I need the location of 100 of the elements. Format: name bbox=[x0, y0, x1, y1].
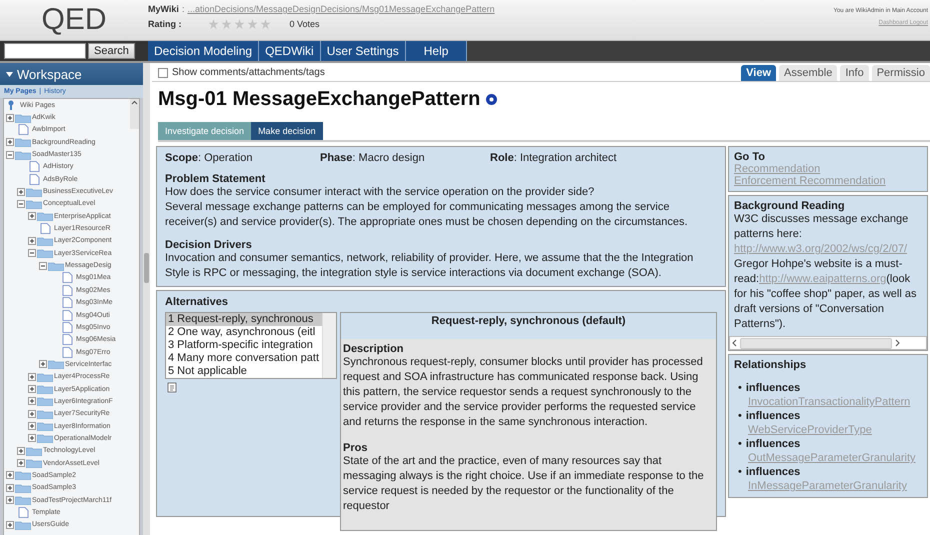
collapse-toggle[interactable] bbox=[17, 200, 25, 208]
relationship-type: influences bbox=[746, 409, 800, 423]
tree-root-icon bbox=[6, 100, 16, 110]
folder-icon bbox=[26, 446, 42, 456]
folder-icon bbox=[15, 520, 31, 530]
expand-toggle[interactable] bbox=[6, 471, 14, 480]
expand-toggle[interactable] bbox=[39, 360, 47, 368]
folder-icon bbox=[37, 372, 53, 382]
folder-icon bbox=[26, 458, 42, 468]
expand-toggle[interactable] bbox=[28, 236, 36, 245]
votes-count: 0 Votes bbox=[290, 19, 320, 29]
folder-icon bbox=[15, 482, 31, 493]
view-tab[interactable]: Info bbox=[840, 65, 869, 81]
relationship-type: influences bbox=[746, 437, 800, 451]
breadcrumb-root[interactable]: MyWiki bbox=[148, 4, 179, 14]
page-title: Msg-01 MessageExchangePattern bbox=[158, 88, 480, 111]
folder-icon bbox=[37, 236, 53, 246]
rating-stars[interactable] bbox=[208, 19, 270, 29]
folder-icon bbox=[37, 396, 53, 406]
rating-label: Rating : bbox=[148, 19, 182, 29]
meta-field: Role: Integration architect bbox=[490, 152, 617, 164]
expand-toggle[interactable] bbox=[28, 212, 36, 220]
show-comments-checkbox[interactable] bbox=[158, 68, 168, 78]
breadcrumb-separator: : bbox=[182, 4, 184, 14]
expand-toggle[interactable] bbox=[17, 459, 25, 468]
folder-icon bbox=[26, 186, 42, 197]
expand-toggle[interactable] bbox=[6, 114, 14, 122]
document-icon[interactable] bbox=[167, 382, 177, 393]
folder-icon bbox=[37, 408, 53, 419]
section-heading: Problem Statement bbox=[165, 173, 266, 185]
collapse-triangle-icon[interactable] bbox=[6, 72, 13, 76]
folder-icon bbox=[37, 433, 53, 444]
show-comments-label[interactable]: Show comments/attachments/tags bbox=[172, 67, 325, 78]
folder-icon bbox=[37, 248, 53, 258]
search-field[interactable] bbox=[4, 43, 86, 59]
help-icon[interactable] bbox=[486, 94, 498, 105]
expand-toggle[interactable] bbox=[28, 410, 36, 418]
expand-toggle[interactable] bbox=[17, 446, 25, 455]
expand-toggle[interactable] bbox=[6, 138, 14, 146]
expand-toggle[interactable] bbox=[28, 385, 36, 394]
nav-menu-item[interactable]: Decision Modeling bbox=[148, 41, 260, 61]
relationship-type: influences bbox=[746, 381, 800, 395]
folder-icon bbox=[48, 359, 64, 370]
background-text: Gregor Hohpe's website is a must-read:http://www.eaipatterns.org(look for his "coffee shop" paper, as well as draft versions of "Conversation Patterns"). bbox=[734, 257, 918, 332]
folder-icon bbox=[37, 211, 53, 222]
horizontal-scrollbar[interactable] bbox=[729, 336, 927, 350]
section-text: Invocation and consumer semantics, network, reliability of provider. Here, we assume that the the Integration Style is RPC or messaging, the integration style is service interactions via document exchange (SOA). bbox=[165, 251, 694, 281]
folder-icon bbox=[48, 260, 64, 271]
section-text: Several message exchange patterns can be employed for communicating messages among the service receiver(s) and service provider(s). The appropriate ones must be chosen depending on the circumstances. bbox=[165, 200, 689, 230]
alternative-option[interactable]: 4 Many more conversation patt bbox=[166, 352, 322, 365]
folder-icon bbox=[26, 198, 42, 209]
folder-icon bbox=[15, 495, 31, 506]
list-scrollbar[interactable] bbox=[322, 313, 336, 378]
bullet: • bbox=[738, 409, 742, 423]
alternative-option[interactable]: 2 One way, asynchronous (eitl bbox=[166, 326, 322, 339]
expand-toggle[interactable] bbox=[28, 434, 36, 442]
collapse-toggle[interactable] bbox=[39, 262, 47, 270]
panel-heading: Relationships bbox=[734, 359, 808, 371]
alternatives-listbox[interactable]: 1 Request-reply, synchronous 2 One way, asynchronous (eitl 3 Platform-specific integration 4 Many more conversation patt 5 Not applicable bbox=[165, 312, 337, 379]
expand-toggle[interactable] bbox=[17, 188, 25, 196]
qed-logo[interactable]: QED bbox=[0, 0, 148, 40]
expand-toggle[interactable] bbox=[6, 484, 14, 492]
section-text: State of the art and the practice, even of many resources say that messaging always is the right choice. Use if an immediate response to the service request is needed by the requestor or the functionality of the requestor bbox=[343, 454, 705, 514]
expand-toggle[interactable] bbox=[6, 520, 14, 529]
section-heading: Pros bbox=[343, 442, 368, 454]
folder-icon bbox=[15, 150, 31, 160]
alternative-option[interactable]: 5 Not applicable bbox=[166, 365, 322, 378]
folder-icon bbox=[37, 421, 53, 432]
folder-icon bbox=[15, 137, 31, 148]
alternative-option[interactable]: 1 Request-reply, synchronous bbox=[166, 313, 322, 326]
alternative-title: Request-reply, synchronous (default) bbox=[430, 314, 627, 329]
meta-field: Phase: Macro design bbox=[320, 152, 490, 164]
section-heading: Decision Drivers bbox=[165, 239, 253, 251]
bullet: • bbox=[738, 437, 742, 451]
expand-toggle[interactable] bbox=[28, 372, 36, 381]
collapse-toggle[interactable] bbox=[6, 150, 14, 159]
alternative-option[interactable]: 3 Platform-specific integration bbox=[166, 339, 322, 352]
view-tab[interactable]: View bbox=[741, 65, 776, 81]
expand-toggle[interactable] bbox=[28, 397, 36, 406]
collapse-toggle[interactable] bbox=[28, 249, 36, 258]
bullet: • bbox=[738, 465, 742, 479]
view-tab[interactable]: Permissio bbox=[872, 65, 930, 81]
search-button[interactable]: Search bbox=[88, 43, 135, 59]
view-tab[interactable]: Assemble bbox=[779, 65, 838, 81]
expand-toggle[interactable] bbox=[6, 496, 14, 504]
expand-toggle[interactable] bbox=[28, 422, 36, 430]
nav-menu-item[interactable]: QEDWiki bbox=[259, 41, 321, 61]
decision-tab[interactable]: Make decision bbox=[251, 122, 323, 140]
section-text: Synchronous request-reply, consumer blocks until provider has processed request and SOA infrastructure has communicated response back. Using this pattern, the service requestor sends a request synchronously to the service provider and the service provider performs the requested service and returns the response in the same synchronous interaction. bbox=[343, 355, 704, 430]
bullet: • bbox=[738, 381, 742, 395]
folder-icon bbox=[37, 384, 53, 394]
section-text: How does the service consumer interact with the service operation on the provider side? bbox=[165, 185, 596, 200]
background-text: W3C discusses message exchange patterns here: http://www.w3.org/2002/ws/cg/2/07/ bbox=[734, 212, 910, 257]
nav-menu-item[interactable]: Help bbox=[406, 41, 468, 61]
relationship-type: influences bbox=[746, 465, 800, 479]
section-heading: Description bbox=[343, 343, 405, 355]
tree-scrollbar[interactable] bbox=[130, 99, 139, 129]
nav-menu-item[interactable]: User Settings bbox=[320, 41, 406, 61]
panel-heading: Background Reading bbox=[734, 200, 846, 212]
meta-field: Scope: Operation bbox=[165, 152, 320, 164]
